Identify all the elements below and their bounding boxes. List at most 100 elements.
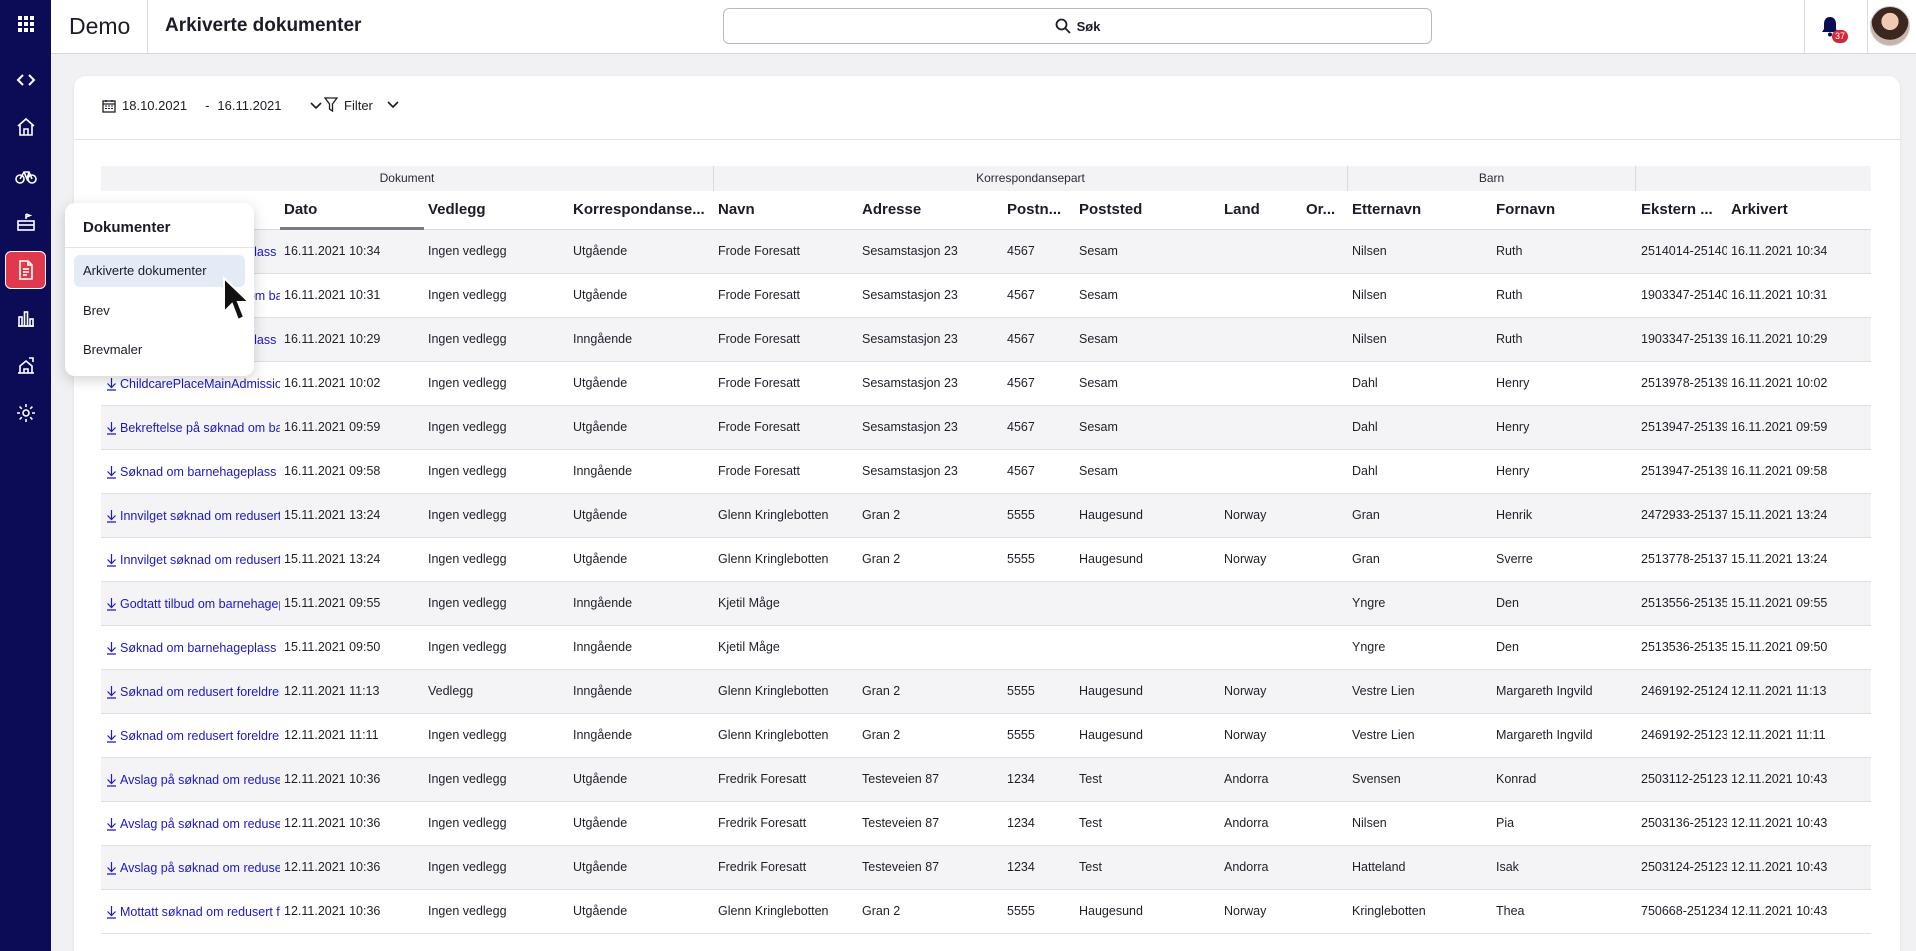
cell-etternavn: Kringlebotten — [1352, 904, 1426, 918]
bar-chart-icon[interactable] — [5, 299, 46, 337]
date-to[interactable]: 16.11.2021 — [217, 98, 281, 113]
column-header-vedlegg[interactable]: Vedlegg — [424, 191, 569, 230]
document-link[interactable]: Mottatt søknad om redusert foreldrebetal… — [120, 891, 280, 933]
document-link[interactable]: Søknad om redusert foreldrebetaling — [120, 671, 280, 713]
expand-sidebar-icon[interactable] — [5, 61, 46, 99]
cell-title[interactable]: Mottatt søknad om redusert foreldrebetal… — [101, 890, 280, 934]
table-row[interactable]: Innvilget søknad om redusert foreldrebet… — [101, 494, 1871, 538]
cell-title[interactable]: Bekreftelse på søknad om barnehageplass — [101, 406, 280, 450]
cell-title[interactable]: Søknad om redusert foreldrebetaling — [101, 714, 280, 758]
table-row[interactable]: Søknad om redusert foreldrebetaling 12.11… — [101, 714, 1871, 758]
table-row[interactable]: Bekreftelse på søknad om barnehageplass1… — [101, 274, 1871, 318]
table-row[interactable]: ChildcarePlaceMainAdmission 16.11.2021 10… — [101, 362, 1871, 406]
gear-icon[interactable] — [5, 394, 46, 432]
table-row[interactable]: Søknad om barnehageplass 16.11.2021 09:58… — [101, 450, 1871, 494]
column-header-etternavn[interactable]: Etternavn — [1348, 191, 1492, 230]
cell-land — [1220, 406, 1302, 450]
cell-ekstern: 2513778-2513783 — [1641, 552, 1727, 566]
table-row[interactable]: Søknad om redusert foreldrebetaling 12.11… — [101, 670, 1871, 714]
search-button[interactable]: Søk — [723, 8, 1432, 44]
document-icon[interactable] — [5, 251, 46, 289]
menu-item-arkiverte-dokumenter[interactable]: Arkiverte dokumenter — [74, 255, 245, 287]
download-icon[interactable] — [106, 421, 117, 435]
download-icon[interactable] — [106, 817, 117, 831]
cell-title[interactable]: Avslag på søknad om redusert foreldrebet… — [101, 758, 280, 802]
table-row[interactable]: Søknad om barnehageplass16.11.2021 10:29… — [101, 318, 1871, 362]
cell-title[interactable]: Søknad om barnehageplass — [101, 626, 280, 670]
table-body: Søknad om barnehageplass ChildcareAdmiss… — [101, 230, 1871, 934]
table-row[interactable]: Mottatt søknad om redusert foreldrebetal… — [101, 890, 1871, 934]
home-icon[interactable] — [5, 108, 46, 146]
cell-navn: Frode Foresatt — [718, 420, 800, 434]
cell-ekstern: 2513947-2513963 — [1641, 420, 1727, 434]
column-header-dato[interactable]: Dato — [280, 191, 424, 230]
cell-title[interactable]: Avslag på søknad om redusert foreldrebet… — [101, 846, 280, 890]
cell-title[interactable]: Innvilget søknad om redusert foreldrebet… — [101, 538, 280, 582]
column-header-ekstern[interactable]: Ekstern ... — [1637, 191, 1727, 230]
download-icon[interactable] — [106, 729, 117, 743]
document-link[interactable]: Godtatt tilbud om barnehageplass — [120, 583, 280, 625]
document-link[interactable]: Innvilget søknad om redusert foreldrebet… — [120, 495, 280, 537]
document-link[interactable]: Avslag på søknad om redusert foreldrebet… — [120, 847, 280, 889]
document-link[interactable]: Bekreftelse på søknad om barnehageplass — [120, 407, 280, 449]
download-icon[interactable] — [106, 641, 117, 655]
column-header-korrespondanse[interactable]: Korrespondanse... — [569, 191, 714, 230]
menu-item-brevmaler[interactable]: Brevmaler — [74, 334, 245, 366]
column-header-navn[interactable]: Navn — [714, 191, 858, 230]
download-icon[interactable] — [106, 905, 117, 919]
cell-title[interactable]: Godtatt tilbud om barnehageplass — [101, 582, 280, 626]
document-link[interactable]: Søknad om barnehageplass — [120, 451, 276, 493]
cell-poststed: Sesam — [1079, 332, 1118, 346]
menu-item-brev[interactable]: Brev — [74, 295, 245, 327]
table-row[interactable]: Avslag på søknad om redusert foreldrebet… — [101, 846, 1871, 890]
cell-title[interactable]: Innvilget søknad om redusert foreldrebet… — [101, 494, 280, 538]
cell-ekstern: 1903347-2513993 — [1641, 332, 1727, 346]
user-avatar[interactable] — [1870, 6, 1910, 46]
cell-title[interactable]: Søknad om redusert foreldrebetaling — [101, 670, 280, 714]
document-link[interactable]: Søknad om redusert foreldrebetaling — [120, 715, 280, 757]
bicycle-icon[interactable] — [5, 156, 46, 194]
column-header-poststed[interactable]: Poststed — [1075, 191, 1220, 230]
building-chart-icon[interactable] — [5, 346, 46, 384]
document-link[interactable]: Avslag på søknad om redusert foreldrebet… — [120, 803, 280, 845]
column-header-org[interactable]: Or... — [1302, 191, 1348, 230]
cell-title[interactable]: Søknad om barnehageplass — [101, 450, 280, 494]
download-icon[interactable] — [106, 773, 117, 787]
table-row[interactable]: Bekreftelse på søknad om barnehageplass1… — [101, 406, 1871, 450]
table-row[interactable]: Søknad om barnehageplass 15.11.2021 09:50… — [101, 626, 1871, 670]
table-row[interactable]: Godtatt tilbud om barnehageplass 15.11.20… — [101, 582, 1871, 626]
filter-button[interactable]: Filter — [324, 97, 399, 113]
column-header-adresse[interactable]: Adresse — [858, 191, 1003, 230]
download-icon[interactable] — [106, 553, 117, 567]
cell-title[interactable]: Avslag på søknad om redusert foreldrebet… — [101, 802, 280, 846]
table-row[interactable]: Søknad om barnehageplass ChildcareAdmiss… — [101, 230, 1871, 274]
cell-fornavn: Sverre — [1496, 552, 1533, 566]
cell-land: Andorra — [1224, 860, 1269, 874]
download-icon[interactable] — [106, 685, 117, 699]
document-link[interactable]: Søknad om barnehageplass — [120, 627, 276, 669]
download-icon[interactable] — [106, 597, 117, 611]
download-icon[interactable] — [106, 465, 117, 479]
date-range-picker[interactable]: 18.10.2021 - 16.11.2021 — [102, 98, 322, 113]
column-header-land[interactable]: Land — [1220, 191, 1302, 230]
date-from[interactable]: 18.10.2021 — [122, 98, 187, 113]
table-row[interactable]: Avslag på søknad om redusert foreldrebet… — [101, 758, 1871, 802]
table-row[interactable]: Avslag på søknad om redusert foreldrebet… — [101, 802, 1871, 846]
column-header-arkivert[interactable]: Arkivert — [1727, 191, 1871, 230]
cell-land — [1220, 230, 1302, 274]
download-icon[interactable] — [106, 861, 117, 875]
document-link[interactable]: Avslag på søknad om redusert foreldrebet… — [120, 759, 280, 801]
cell-dato: 12.11.2021 10:36 — [284, 904, 381, 918]
download-icon[interactable] — [106, 509, 117, 523]
cell-korrespondanse: Utgående — [573, 772, 628, 786]
cell-etternavn: Hatteland — [1352, 860, 1406, 874]
column-header-fornavn[interactable]: Fornavn — [1492, 191, 1637, 230]
download-icon[interactable] — [106, 377, 117, 391]
table-row[interactable]: Innvilget søknad om redusert foreldrebet… — [101, 538, 1871, 582]
document-link[interactable]: Innvilget søknad om redusert foreldrebet… — [120, 539, 280, 581]
chevron-down-icon[interactable] — [309, 101, 322, 110]
apps-grid-icon[interactable] — [5, 5, 46, 43]
column-header-postnummer[interactable]: Postn... — [1003, 191, 1075, 230]
date-separator: - — [205, 98, 210, 113]
school-icon[interactable] — [5, 203, 46, 241]
